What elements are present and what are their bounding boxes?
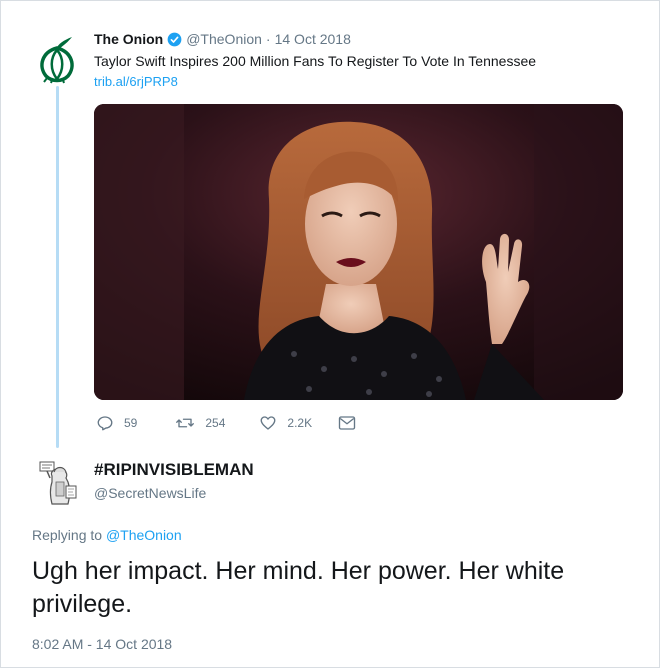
tweet1-link[interactable]: trib.al/6rjPRP8 [94, 74, 178, 89]
retweet-button[interactable]: 254 [175, 414, 225, 432]
separator-dot: · [265, 31, 271, 47]
tweet-actions: 59 254 2.2K [96, 414, 392, 432]
replying-to-line: Replying to @TheOnion [32, 527, 182, 543]
like-count: 2.2K [287, 416, 313, 430]
reply-button[interactable]: 59 [96, 414, 137, 432]
retweet-count: 254 [205, 416, 226, 430]
reply-author-handle[interactable]: @SecretNewsLife [94, 485, 206, 501]
author-name[interactable]: The Onion [94, 31, 163, 47]
tweet-date[interactable]: 14 Oct 2018 [275, 31, 351, 47]
reply-timestamp[interactable]: 8:02 AM - 14 Oct 2018 [32, 636, 172, 652]
retweet-icon [176, 418, 195, 428]
verified-badge-icon [167, 32, 182, 47]
reply-count: 59 [124, 416, 138, 430]
thread-line [56, 86, 59, 448]
replying-prefix: Replying to [32, 527, 103, 543]
tweet1-header: The Onion @TheOnion · 14 Oct 2018 [94, 31, 351, 47]
reply-author-name[interactable]: #RIPINVISIBLEMAN [94, 460, 254, 480]
like-button[interactable]: 2.2K [259, 414, 312, 432]
reply-text: Ugh her impact. Her mind. Her power. Her… [32, 557, 565, 618]
author-handle[interactable]: @TheOnion [186, 31, 262, 47]
heart-icon [260, 416, 276, 430]
invisible-man-avatar[interactable] [38, 458, 82, 508]
replying-to-mention[interactable]: @TheOnion [106, 527, 182, 543]
reply-icon [97, 416, 113, 431]
tweet-photo[interactable] [94, 104, 623, 400]
direct-message-button[interactable] [338, 415, 366, 431]
envelope-icon [338, 416, 356, 430]
tweet1-text: Taylor Swift Inspires 200 Million Fans T… [94, 53, 537, 69]
onion-logo-icon[interactable] [32, 34, 82, 84]
